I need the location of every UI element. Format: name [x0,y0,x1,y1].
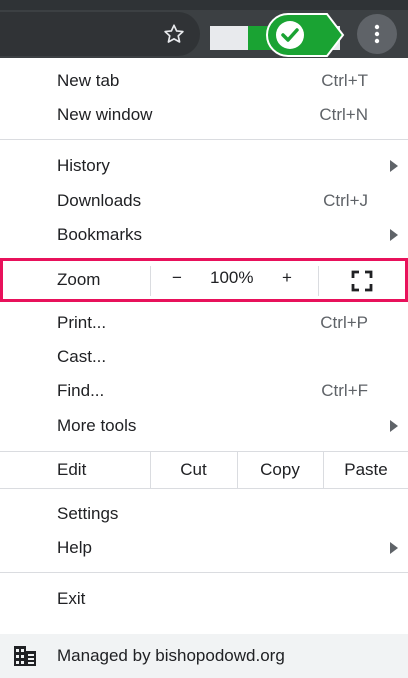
menu-separator [0,488,408,489]
building-icon [14,646,36,666]
menu-item-bookmarks[interactable]: Bookmarks [0,218,408,252]
menu-item-label: Help [57,538,92,557]
zoom-highlight-box [0,258,408,302]
menu-separator [0,572,408,573]
menu-item-label: New tab [57,71,120,90]
menu-item-label: Exit [57,589,86,608]
three-dots-vertical-icon[interactable] [357,14,397,54]
browser-toolbar [0,0,408,58]
menu-item-label: Cast... [57,347,107,366]
green-checkmark-badge-icon [266,13,345,57]
menu-item-print[interactable]: Print... Ctrl+P [0,306,408,340]
menu-item-label: Downloads [57,191,142,210]
menu-item-label: Find... [57,381,105,400]
menu-item-label: Settings [57,504,119,523]
edit-label: Edit [57,460,87,479]
menu-item-label: Bookmarks [57,225,143,244]
menu-item-new-window[interactable]: New window Ctrl+N [0,98,408,132]
submenu-arrow-icon [390,160,398,172]
menu-item-history[interactable]: History [0,149,408,183]
menu-item-shortcut: Ctrl+J [323,191,368,210]
menu-item-label: Print... [57,313,107,332]
menu-item-more-tools[interactable]: More tools [0,409,408,443]
menu-item-cast[interactable]: Cast... [0,340,408,374]
edit-row: Edit Cut Copy Paste [0,452,408,488]
menu-separator [0,139,408,140]
menu-item-shortcut: Ctrl+F [321,381,368,400]
menu-item-help[interactable]: Help [0,531,408,565]
menu-item-find[interactable]: Find... Ctrl+F [0,374,408,408]
managed-by-label: Managed by bishopodowd.org [57,646,285,665]
toolbar-top-strip [0,0,408,10]
copy-button[interactable]: Copy [238,452,322,488]
menu-item-label: New window [57,105,153,124]
menu-item-shortcut: Ctrl+N [319,105,368,124]
submenu-arrow-icon [390,542,398,554]
submenu-arrow-icon [390,420,398,432]
menu-item-exit[interactable]: Exit [0,582,408,616]
menu-item-label: History [57,156,110,175]
menu-item-downloads[interactable]: Downloads Ctrl+J [0,184,408,218]
paste-button[interactable]: Paste [324,452,408,488]
cut-button[interactable]: Cut [151,452,236,488]
menu-item-new-tab[interactable]: New tab Ctrl+T [0,64,408,98]
menu-item-shortcut: Ctrl+P [320,313,368,332]
submenu-arrow-icon [390,229,398,241]
menu-item-label: More tools [57,416,137,435]
managed-by-footer[interactable]: Managed by bishopodowd.org [0,634,408,678]
menu-item-shortcut: Ctrl+T [321,71,368,90]
menu-item-settings[interactable]: Settings [0,497,408,531]
star-icon[interactable] [160,20,188,48]
